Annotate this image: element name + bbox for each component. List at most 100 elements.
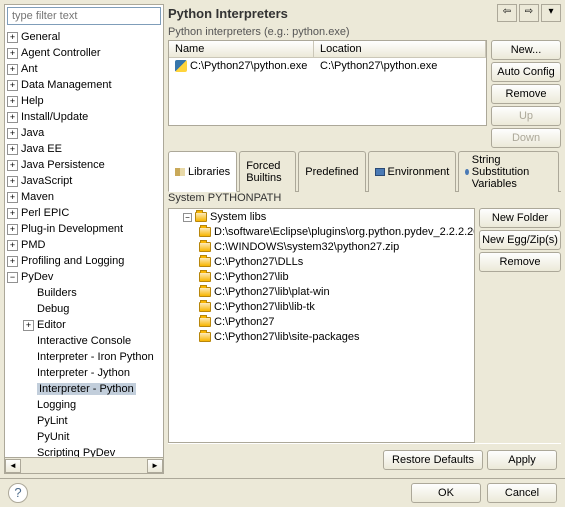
- auto-config-button[interactable]: Auto Config: [491, 62, 561, 82]
- nav-menu-icon[interactable]: ▾: [541, 4, 561, 22]
- tree-item[interactable]: Interpreter - Jython: [7, 365, 161, 381]
- collapse-icon[interactable]: −: [7, 272, 18, 283]
- tree-item[interactable]: Interpreter - Iron Python: [7, 349, 161, 365]
- expand-icon[interactable]: +: [7, 176, 18, 187]
- tree-item[interactable]: Interpreter - Python: [7, 381, 161, 397]
- tree-item[interactable]: +Help: [7, 93, 161, 109]
- library-item[interactable]: D:\software\Eclipse\plugins\org.python.p…: [183, 224, 472, 239]
- ok-button[interactable]: OK: [411, 483, 481, 503]
- tree-item[interactable]: +Java Persistence: [7, 157, 161, 173]
- tree-item[interactable]: Builders: [7, 285, 161, 301]
- help-icon[interactable]: ?: [8, 483, 28, 503]
- library-item[interactable]: C:\Python27\lib\plat-win: [183, 284, 472, 299]
- tree-item[interactable]: +Editor: [7, 317, 161, 333]
- system-libs-node[interactable]: − System libs: [183, 211, 472, 223]
- tree-item-label: PyUnit: [37, 431, 69, 443]
- expand-icon[interactable]: +: [7, 80, 18, 91]
- col-name[interactable]: Name: [169, 41, 314, 57]
- tree-item-label: JavaScript: [21, 175, 72, 187]
- tree-item[interactable]: PyLint: [7, 413, 161, 429]
- expand-icon[interactable]: +: [7, 128, 18, 139]
- restore-defaults-button[interactable]: Restore Defaults: [383, 450, 483, 470]
- tree-item-label: Editor: [37, 319, 66, 331]
- folder-icon: [199, 332, 211, 342]
- tree-item-label: Help: [21, 95, 44, 107]
- tree-item-label: Perl EPIC: [21, 207, 69, 219]
- expand-icon[interactable]: +: [7, 32, 18, 43]
- tree-item[interactable]: +Agent Controller: [7, 45, 161, 61]
- library-item[interactable]: C:\Python27\DLLs: [183, 254, 472, 269]
- expand-icon[interactable]: +: [7, 224, 18, 235]
- col-location[interactable]: Location: [314, 41, 486, 57]
- expand-icon[interactable]: +: [7, 64, 18, 75]
- tree-item[interactable]: −PyDev: [7, 269, 161, 285]
- tab-bar: Libraries Forced Builtins Predefined Env…: [168, 150, 561, 192]
- expand-icon[interactable]: +: [7, 208, 18, 219]
- expand-icon[interactable]: +: [7, 160, 18, 171]
- expand-icon[interactable]: +: [7, 256, 18, 267]
- tree-item[interactable]: Scripting PyDev: [7, 445, 161, 457]
- remove-lib-button[interactable]: Remove: [479, 252, 561, 272]
- library-item[interactable]: C:\Python27\lib: [183, 269, 472, 284]
- tab-environment[interactable]: Environment: [368, 151, 457, 192]
- filter-input[interactable]: [7, 7, 161, 25]
- preferences-tree[interactable]: +General+Agent Controller+Ant+Data Manag…: [5, 27, 163, 457]
- tree-item[interactable]: +Perl EPIC: [7, 205, 161, 221]
- scroll-right-icon[interactable]: ►: [147, 459, 163, 473]
- tree-item[interactable]: +Plug-in Development: [7, 221, 161, 237]
- apply-button[interactable]: Apply: [487, 450, 557, 470]
- collapse-icon[interactable]: −: [183, 213, 192, 222]
- tree-item-label: Java: [21, 127, 44, 139]
- new-egg-zip-button[interactable]: New Egg/Zip(s): [479, 230, 561, 250]
- tree-item[interactable]: Logging: [7, 397, 161, 413]
- tab-forced-builtins[interactable]: Forced Builtins: [239, 151, 296, 192]
- new-folder-button[interactable]: New Folder: [479, 208, 561, 228]
- tree-item[interactable]: +Install/Update: [7, 109, 161, 125]
- tree-item-label: Ant: [21, 63, 38, 75]
- tab-libraries[interactable]: Libraries: [168, 151, 237, 192]
- expand-icon[interactable]: +: [7, 112, 18, 123]
- tree-item-label: Interpreter - Python: [37, 383, 136, 395]
- library-item[interactable]: C:\Python27\lib\site-packages: [183, 329, 472, 344]
- tree-item[interactable]: +PMD: [7, 237, 161, 253]
- tree-item[interactable]: Debug: [7, 301, 161, 317]
- interpreters-table[interactable]: Name Location C:\Python27\python.exe C:\…: [168, 40, 487, 126]
- tree-item[interactable]: +Maven: [7, 189, 161, 205]
- tree-item[interactable]: +General: [7, 29, 161, 45]
- tree-item[interactable]: +Profiling and Logging: [7, 253, 161, 269]
- library-item[interactable]: C:\Python27\lib\lib-tk: [183, 299, 472, 314]
- tree-item-label: PMD: [21, 239, 45, 251]
- cancel-button[interactable]: Cancel: [487, 483, 557, 503]
- tree-item[interactable]: Interactive Console: [7, 333, 161, 349]
- tree-item[interactable]: +JavaScript: [7, 173, 161, 189]
- library-item[interactable]: C:\WINDOWS\system32\python27.zip: [183, 239, 472, 254]
- tab-string-substitution[interactable]: String Substitution Variables: [458, 151, 559, 192]
- tree-item[interactable]: PyUnit: [7, 429, 161, 445]
- expand-icon[interactable]: +: [7, 144, 18, 155]
- expand-icon[interactable]: +: [7, 96, 18, 107]
- folder-icon: [199, 317, 211, 327]
- tree-item-label: Profiling and Logging: [21, 255, 124, 267]
- horizontal-scrollbar[interactable]: ◄ ►: [5, 457, 163, 473]
- new-button[interactable]: New...: [491, 40, 561, 60]
- tab-predefined[interactable]: Predefined: [298, 151, 365, 192]
- tree-item-label: Builders: [37, 287, 77, 299]
- nav-back-icon[interactable]: ⇦: [497, 4, 517, 22]
- expand-icon[interactable]: +: [7, 192, 18, 203]
- nav-forward-icon[interactable]: ⇨: [519, 4, 539, 22]
- folder-icon: [199, 272, 211, 282]
- scroll-left-icon[interactable]: ◄: [5, 459, 21, 473]
- expand-icon[interactable]: +: [7, 240, 18, 251]
- library-item[interactable]: C:\Python27: [183, 314, 472, 329]
- tree-item-label: Logging: [37, 399, 76, 411]
- libraries-list[interactable]: − System libs D:\software\Eclipse\plugin…: [168, 208, 475, 443]
- tree-item[interactable]: +Java EE: [7, 141, 161, 157]
- expand-icon[interactable]: +: [7, 48, 18, 59]
- tree-item-label: Debug: [37, 303, 69, 315]
- table-row[interactable]: C:\Python27\python.exe C:\Python27\pytho…: [169, 58, 486, 74]
- remove-button[interactable]: Remove: [491, 84, 561, 104]
- expand-icon[interactable]: +: [23, 320, 34, 331]
- tree-item[interactable]: +Ant: [7, 61, 161, 77]
- tree-item[interactable]: +Java: [7, 125, 161, 141]
- tree-item[interactable]: +Data Management: [7, 77, 161, 93]
